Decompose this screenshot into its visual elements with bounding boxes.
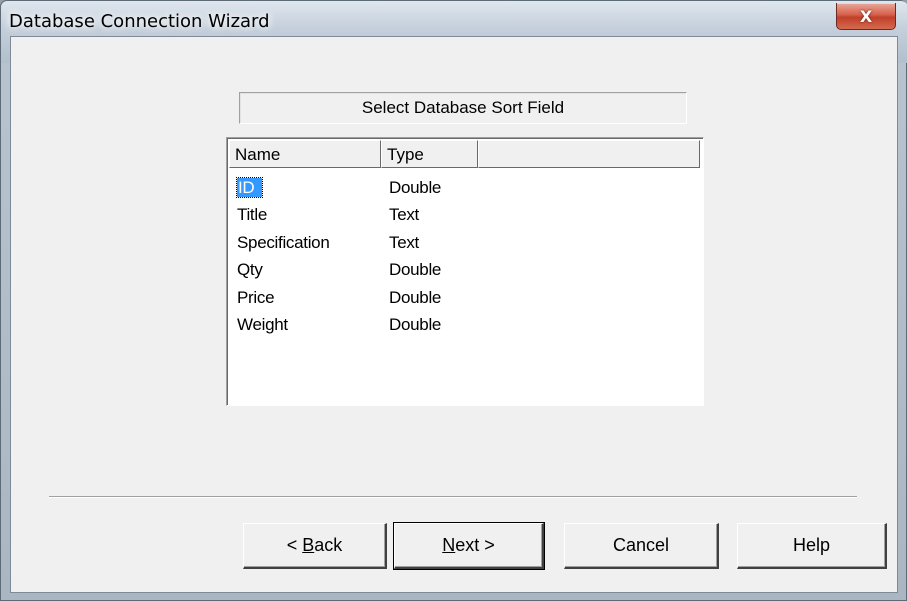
back-mnemonic: B (302, 535, 315, 555)
back-button[interactable]: < Back (243, 523, 387, 569)
field-name: Weight (237, 315, 288, 335)
next-mnemonic: N (442, 535, 456, 555)
field-type: Double (389, 177, 442, 197)
list-item[interactable]: Weight Double (237, 312, 489, 340)
help-button[interactable]: Help (737, 523, 887, 569)
column-header-name[interactable]: Name (229, 140, 381, 168)
field-type: Double (389, 260, 442, 280)
close-button[interactable]: X (836, 3, 896, 30)
field-name: Specification (237, 232, 330, 252)
field-name: Title (237, 205, 267, 225)
field-type: Text (389, 205, 419, 225)
next-button[interactable]: Next > (393, 522, 545, 570)
field-name: Price (237, 287, 275, 307)
cancel-button[interactable]: Cancel (564, 523, 719, 569)
close-icon: X (859, 6, 873, 26)
column-header-empty[interactable] (478, 140, 700, 168)
footer-separator (49, 496, 857, 498)
step-heading: Select Database Sort Field (239, 92, 687, 124)
field-name-selected: ID (235, 176, 264, 198)
list-item[interactable]: Price Double (237, 284, 489, 312)
field-type: Double (389, 315, 442, 335)
list-item[interactable]: ID Double (235, 174, 489, 202)
list-rows: ID Double Title Text Specification Text … (235, 174, 489, 340)
list-item[interactable]: Title Text (237, 202, 489, 230)
window-frame: Database Connection Wizard X Select Data… (0, 0, 907, 601)
field-type: Double (389, 287, 442, 307)
sort-field-list[interactable]: Name Type ID Double Title Text Specifica… (226, 137, 704, 406)
window-title: Database Connection Wizard (9, 11, 270, 32)
list-item[interactable]: Qty Double (237, 257, 489, 285)
field-name: Qty (237, 260, 263, 280)
list-header: Name Type (229, 140, 700, 168)
field-type: Text (389, 232, 419, 252)
list-item[interactable]: Specification Text (237, 229, 489, 257)
column-header-type[interactable]: Type (381, 140, 478, 168)
dialog-client-area: Select Database Sort Field Name Type ID … (10, 36, 898, 593)
